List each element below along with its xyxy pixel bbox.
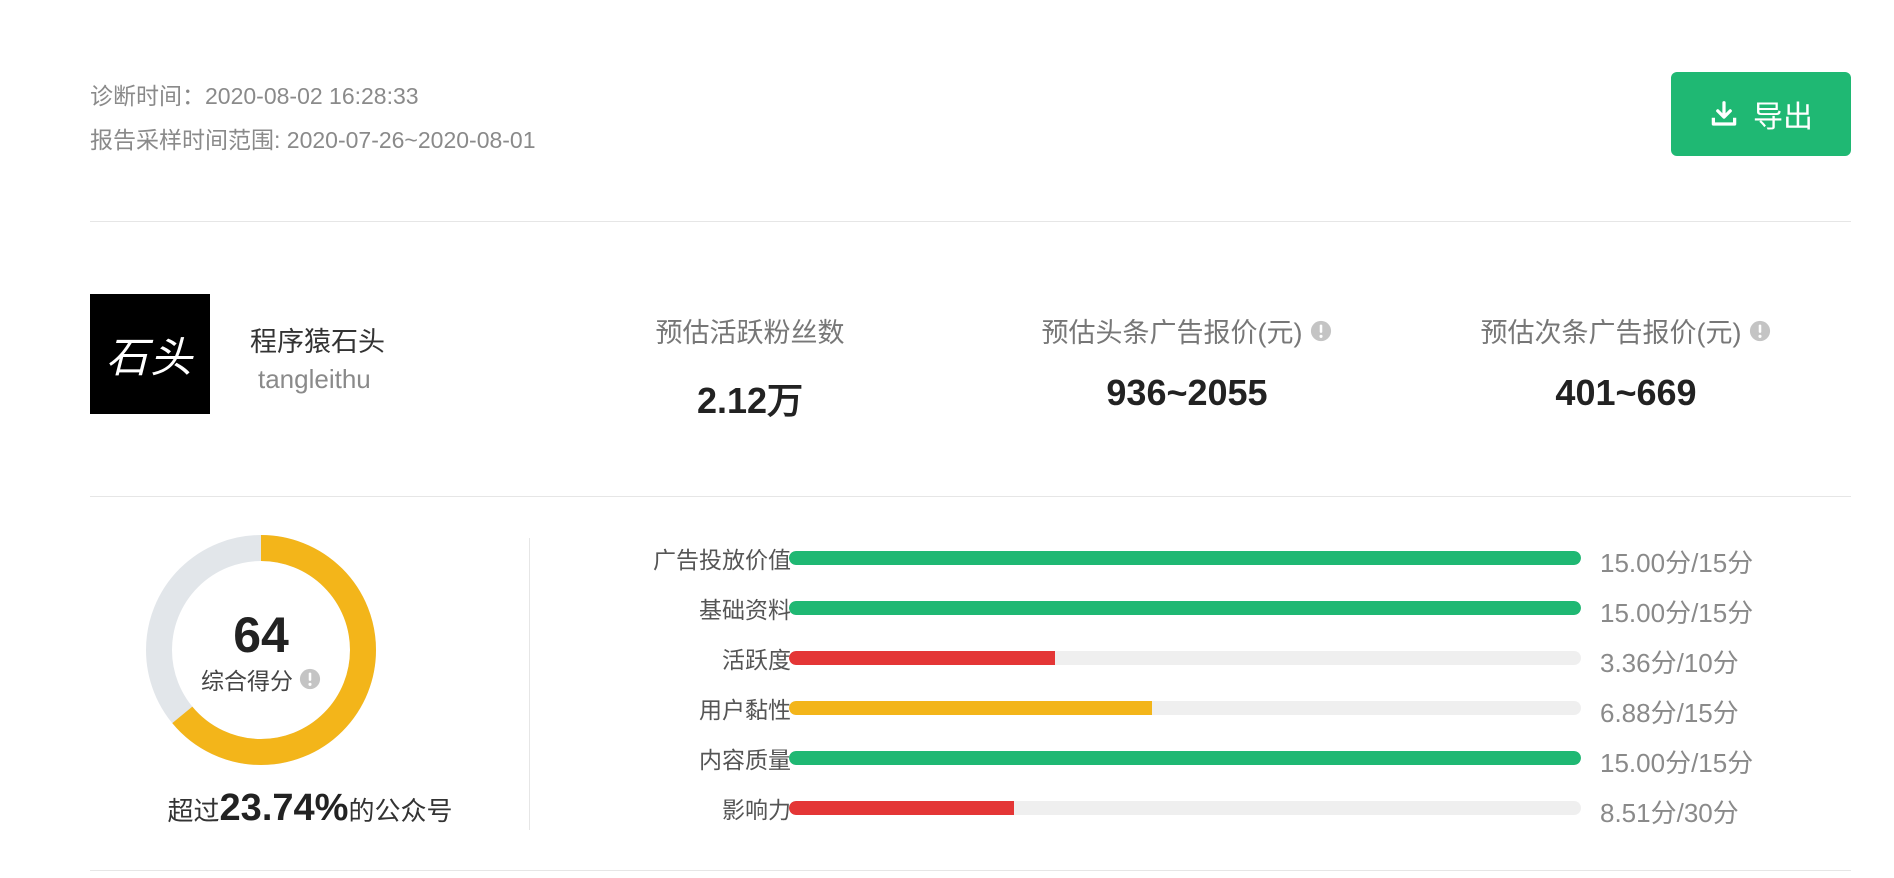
vertical-divider: [529, 538, 530, 830]
score-value: 64: [233, 607, 289, 663]
account-id: tangleithu: [258, 364, 371, 394]
bottom-divider: [90, 870, 1851, 871]
score-label-row: 综合得分: [145, 662, 377, 696]
metric-label: 广告投放价值: [653, 547, 791, 573]
progress-track: [789, 651, 1581, 665]
metric-row-content-quality: 内容质量 15.00分/15分: [560, 737, 1860, 778]
stat-label: 预估头条广告报价(元): [1041, 318, 1303, 348]
sample-range: 报告采样时间范围: 2020-07-26~2020-08-01: [90, 127, 536, 153]
metric-row-ad-value: 广告投放价值 15.00分/15分: [560, 537, 1860, 578]
progress-track: [789, 551, 1581, 565]
info-icon[interactable]: [299, 668, 321, 690]
metric-row-basic-info: 基础资料 15.00分/15分: [560, 587, 1860, 628]
metric-label: 内容质量: [699, 747, 791, 773]
progress-fill: [789, 551, 1581, 565]
stat-value: 936~2055: [1106, 372, 1268, 413]
progress-track: [789, 751, 1581, 765]
stat-second-ad-price: 预估次条广告报价(元) 401~669: [1406, 311, 1846, 414]
exceed-percent: 23.74%: [219, 787, 349, 829]
metric-value: 3.36分/10分: [1600, 648, 1739, 678]
stat-headline-ad-price: 预估头条广告报价(元) 936~2055: [967, 311, 1407, 414]
export-button[interactable]: 导出: [1671, 72, 1851, 156]
diagnose-time: 诊断时间：2020-08-02 16:28:33: [90, 83, 419, 109]
metric-row-activity: 活跃度 3.36分/10分: [560, 637, 1860, 678]
metric-label: 影响力: [722, 797, 791, 823]
progress-fill: [789, 651, 1056, 665]
metric-value: 15.00分/15分: [1600, 548, 1754, 578]
progress-track: [789, 601, 1581, 615]
score-label: 综合得分: [201, 668, 293, 694]
progress-track: [789, 801, 1581, 815]
progress-fill: [789, 701, 1153, 715]
metric-row-influence: 影响力 8.51分/30分: [560, 787, 1860, 828]
metric-label: 用户黏性: [699, 697, 791, 723]
progress-fill: [789, 751, 1581, 765]
progress-track: [789, 701, 1581, 715]
metric-value: 15.00分/15分: [1600, 598, 1754, 628]
metric-value: 6.88分/15分: [1600, 698, 1739, 728]
metric-value: 8.51分/30分: [1600, 798, 1739, 828]
avatar: 石头: [90, 294, 210, 414]
metric-label: 活跃度: [722, 647, 791, 673]
stat-label: 预估活跃粉丝数: [655, 318, 845, 348]
info-icon[interactable]: [1749, 320, 1771, 342]
metric-row-stickiness: 用户黏性 6.88分/15分: [560, 687, 1860, 728]
account-name: 程序猿石头: [250, 327, 385, 357]
exceed-suffix: 的公众号: [348, 796, 453, 826]
progress-fill: [789, 801, 1014, 815]
metric-value: 15.00分/15分: [1600, 748, 1754, 778]
exceed-prefix: 超过: [167, 796, 220, 826]
info-icon[interactable]: [1310, 320, 1332, 342]
export-label: 导出: [1753, 101, 1813, 134]
section-divider: [90, 496, 1851, 497]
header-divider: [90, 221, 1851, 222]
stat-label: 预估次条广告报价(元): [1480, 318, 1742, 348]
metric-label: 基础资料: [699, 597, 791, 623]
download-icon: [1711, 101, 1737, 126]
stat-active-fans: 预估活跃粉丝数 2.12万: [530, 311, 970, 424]
stat-value: 401~669: [1555, 372, 1697, 413]
stat-value: 2.12万: [696, 380, 804, 421]
exceed-text: 超过23.74%的公众号: [90, 787, 530, 830]
progress-fill: [789, 601, 1581, 615]
